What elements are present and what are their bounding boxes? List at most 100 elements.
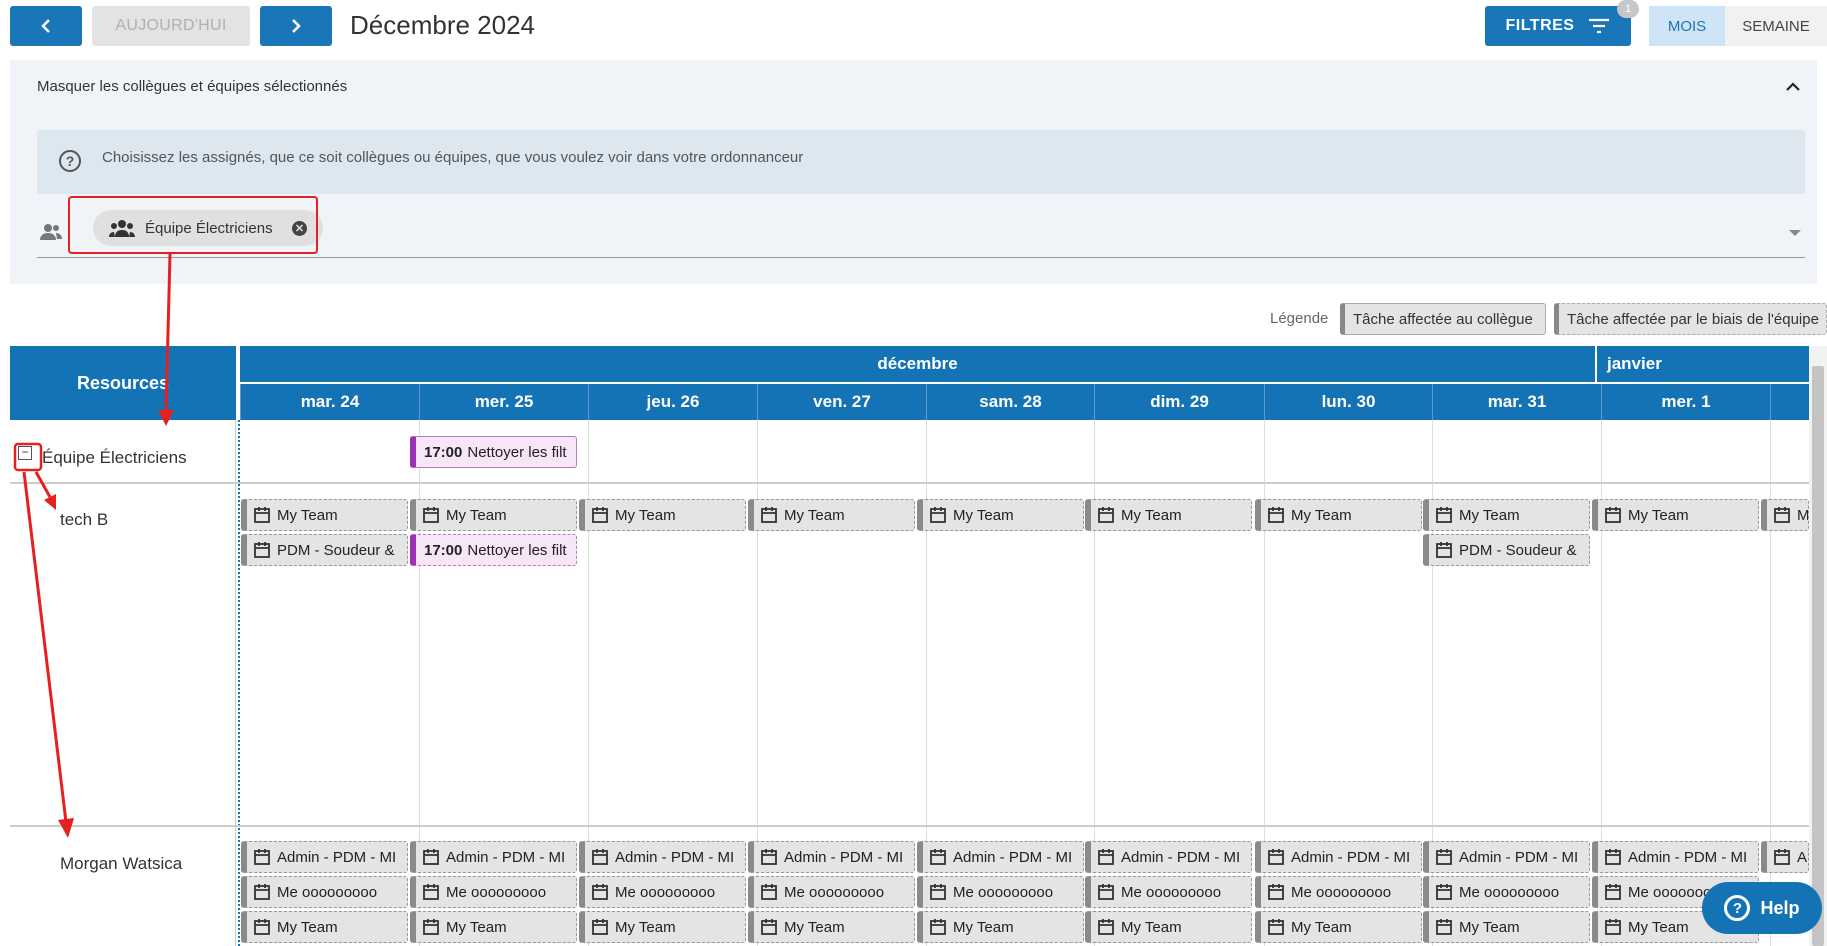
event-title: A — [1797, 848, 1808, 866]
calendar-icon — [423, 919, 439, 935]
view-week-button[interactable]: SEMAINE — [1725, 6, 1827, 46]
calendar-icon — [254, 849, 270, 865]
calendar-icon — [592, 884, 608, 900]
period-title: Décembre 2024 — [350, 10, 535, 40]
event-title: My Team — [1291, 918, 1352, 936]
event-title: My Team — [446, 506, 507, 524]
filters-button[interactable]: FILTRES — [1485, 6, 1631, 46]
day-header: sam. 28 — [926, 384, 1094, 420]
event-title: Admin - PDM - MI — [953, 848, 1073, 866]
view-month-button[interactable]: MOIS — [1649, 6, 1725, 46]
scrollbar-thumb[interactable] — [1812, 366, 1824, 946]
morgan-event-me[interactable]: Me ooooooooo — [241, 876, 408, 908]
morgan-event-me[interactable]: Me ooooooooo — [579, 876, 746, 908]
morgan-event-me[interactable]: Me ooooooooo — [1085, 876, 1252, 908]
morgan-event-admin[interactable]: Admin - PDM - MI — [1423, 841, 1590, 873]
morgan-event-admin[interactable]: Admin - PDM - MI — [410, 841, 577, 873]
event-title: Me ooooooooo — [615, 883, 716, 901]
techb-event-overflow[interactable]: M — [1761, 499, 1809, 531]
team-event[interactable]: 17:00 Nettoyer les filt — [410, 436, 577, 468]
event-title: Admin - PDM - MI — [1291, 848, 1411, 866]
techb-event-my-team[interactable]: My Team — [917, 499, 1084, 531]
techb-event-nettoyer[interactable]: 17:00 Nettoyer les filt — [410, 534, 577, 566]
chevron-up-icon[interactable] — [1785, 80, 1801, 92]
techb-event-my-team[interactable]: My Team — [1423, 499, 1590, 531]
event-title: My Team — [1459, 918, 1520, 936]
morgan-event-me[interactable]: Me ooooooooo — [1255, 876, 1422, 908]
event-title: Admin - PDM - MI — [277, 848, 397, 866]
calendar-icon — [1605, 919, 1621, 935]
techb-event-my-team[interactable]: My Team — [410, 499, 577, 531]
calendar-icon — [1436, 919, 1452, 935]
calendar-icon — [1605, 884, 1621, 900]
calendar-icon — [1436, 542, 1452, 558]
toolbar: AUJOURD'HUI Décembre 2024 FILTRES 1 MOIS… — [0, 0, 1827, 52]
next-button[interactable] — [260, 6, 332, 46]
calendar-icon — [1098, 849, 1114, 865]
morgan-event-my-team[interactable]: My Team — [917, 911, 1084, 943]
day-header: lun. 30 — [1264, 384, 1432, 420]
morgan-event-admin[interactable]: Admin - PDM - MI — [241, 841, 408, 873]
event-title: Me ooooooooo — [1459, 883, 1560, 901]
event-title: Admin - PDM - MI — [1459, 848, 1579, 866]
morgan-event-me[interactable]: Me ooooooooo — [1423, 876, 1590, 908]
morgan-event-my-team[interactable]: My Team — [579, 911, 746, 943]
month-header-december: décembre — [240, 346, 1595, 382]
techb-event-my-team[interactable]: My Team — [748, 499, 915, 531]
morgan-event-my-team[interactable]: My Team — [1423, 911, 1590, 943]
event-title: My Team — [1291, 506, 1352, 524]
help-button[interactable]: ? Help — [1702, 882, 1822, 934]
help-label: Help — [1760, 897, 1800, 918]
event-title: Admin - PDM - MI — [784, 848, 904, 866]
scheduler: Resources décembre janvier mar. 24 mer. … — [10, 346, 1827, 946]
morgan-event-my-team[interactable]: My Team — [241, 911, 408, 943]
event-title: Me ooooooooo — [784, 883, 885, 901]
techb-event-pdm[interactable]: PDM - Soudeur & — [1423, 534, 1590, 566]
event-title: Me ooooooooo — [1291, 883, 1392, 901]
morgan-event-admin[interactable]: Admin - PDM - MI — [917, 841, 1084, 873]
calendar-icon — [1605, 849, 1621, 865]
techb-event-my-team[interactable]: My Team — [579, 499, 746, 531]
morgan-event-admin[interactable]: Admin - PDM - MI — [748, 841, 915, 873]
techb-event-my-team[interactable]: My Team — [241, 499, 408, 531]
panel-header: Masquer les collègues et équipes sélecti… — [37, 78, 348, 95]
morgan-event-me[interactable]: Me ooooooooo — [917, 876, 1084, 908]
calendar-icon — [1774, 507, 1790, 523]
previous-button[interactable] — [10, 6, 82, 46]
event-title: M — [1797, 506, 1809, 524]
morgan-event-me[interactable]: Me ooooooooo — [748, 876, 915, 908]
calendar-icon — [1436, 884, 1452, 900]
event-title: My Team — [953, 506, 1014, 524]
collapse-toggle-icon[interactable]: − — [18, 446, 32, 460]
row-separator — [10, 825, 1809, 827]
morgan-event-admin[interactable]: Admin - PDM - MI — [1085, 841, 1252, 873]
help-circle-icon: ? — [59, 150, 81, 172]
legend-colleague: Tâche affectée au collègue — [1340, 303, 1546, 335]
morgan-event-overflow[interactable]: A — [1761, 841, 1809, 873]
people-icon — [40, 224, 62, 240]
techb-event-my-team[interactable]: My Team — [1592, 499, 1759, 531]
techb-event-my-team[interactable]: My Team — [1255, 499, 1422, 531]
event-title: Nettoyer les filt — [467, 443, 567, 461]
today-button[interactable]: AUJOURD'HUI — [92, 6, 250, 46]
scrollbar[interactable] — [1809, 346, 1827, 946]
morgan-event-my-team[interactable]: My Team — [1255, 911, 1422, 943]
morgan-event-admin[interactable]: Admin - PDM - MI — [1592, 841, 1759, 873]
morgan-event-me[interactable]: Me ooooooooo — [410, 876, 577, 908]
morgan-event-my-team[interactable]: My Team — [410, 911, 577, 943]
morgan-event-admin[interactable]: Admin - PDM - MI — [1255, 841, 1422, 873]
legend-label: Légende — [1270, 310, 1329, 327]
morgan-event-my-team[interactable]: My Team — [748, 911, 915, 943]
event-title: Admin - PDM - MI — [1121, 848, 1241, 866]
event-title: Admin - PDM - MI — [1628, 848, 1748, 866]
info-box: ? Choisissez les assignés, que ce soit c… — [37, 130, 1805, 194]
techb-event-my-team[interactable]: My Team — [1085, 499, 1252, 531]
morgan-event-admin[interactable]: Admin - PDM - MI — [579, 841, 746, 873]
chevron-right-icon — [292, 19, 301, 33]
calendar-icon — [930, 849, 946, 865]
row-separator — [10, 482, 1809, 484]
calendar-icon — [254, 919, 270, 935]
dropdown-caret-icon[interactable] — [1789, 230, 1801, 236]
techb-event-pdm[interactable]: PDM - Soudeur & — [241, 534, 408, 566]
morgan-event-my-team[interactable]: My Team — [1085, 911, 1252, 943]
